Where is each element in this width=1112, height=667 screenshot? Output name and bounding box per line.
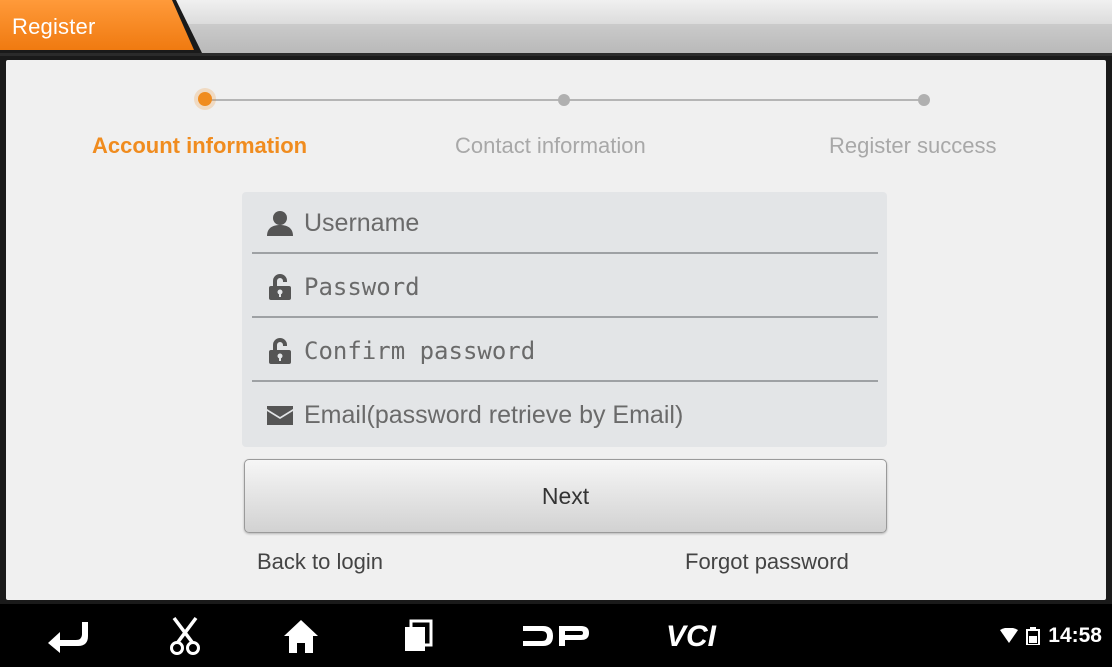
step-dot-contact	[558, 94, 570, 106]
step-label-success: Register success	[829, 133, 997, 158]
register-form	[242, 192, 887, 447]
register-screen: Register Account information Contact inf…	[0, 0, 1112, 667]
stepper-line-2	[564, 99, 924, 101]
dp-icon	[523, 625, 589, 646]
back-button[interactable]	[40, 604, 96, 667]
scissors-icon	[170, 616, 200, 655]
password-input[interactable]	[304, 256, 864, 318]
username-input[interactable]	[304, 192, 864, 254]
recent-apps-icon	[405, 619, 433, 651]
back-to-login-link[interactable]: Back to login	[257, 549, 383, 575]
confirm-password-field	[252, 320, 878, 382]
wifi-icon	[1000, 627, 1019, 643]
tab-register[interactable]: Register	[0, 0, 202, 53]
stepper-line-1	[206, 99, 564, 101]
screenshot-button[interactable]	[160, 604, 210, 667]
clock: 14:58	[1048, 623, 1102, 647]
lock-icon	[269, 274, 291, 300]
back-icon	[48, 621, 88, 653]
username-field	[252, 192, 878, 254]
system-nav-bar: VCI 14:58	[0, 604, 1112, 667]
step-dot-account	[198, 92, 212, 106]
home-icon	[284, 619, 318, 653]
home-button[interactable]	[276, 604, 326, 667]
status-area: 14:58	[1000, 604, 1102, 667]
forgot-password-link[interactable]: Forgot password	[685, 549, 849, 575]
tab-title: Register	[12, 14, 96, 39]
vci-icon: VCI	[666, 620, 717, 652]
step-label-account: Account information	[92, 133, 308, 158]
top-bar: Register	[0, 0, 1112, 56]
battery-icon	[1026, 626, 1041, 645]
vci-button[interactable]: VCI	[662, 604, 742, 667]
confirm-password-input[interactable]	[304, 320, 864, 382]
mail-icon	[267, 406, 293, 425]
email-field	[252, 384, 878, 446]
password-field	[252, 256, 878, 318]
step-label-contact: Contact information	[455, 133, 646, 158]
next-button[interactable]: Next	[244, 459, 887, 533]
dp-button[interactable]	[520, 604, 592, 667]
lock-icon	[269, 338, 291, 364]
email-input[interactable]	[304, 384, 864, 446]
step-dot-success	[918, 94, 930, 106]
user-icon	[267, 211, 293, 236]
recent-apps-button[interactable]	[398, 604, 438, 667]
vci-text: VCI	[666, 620, 717, 652]
